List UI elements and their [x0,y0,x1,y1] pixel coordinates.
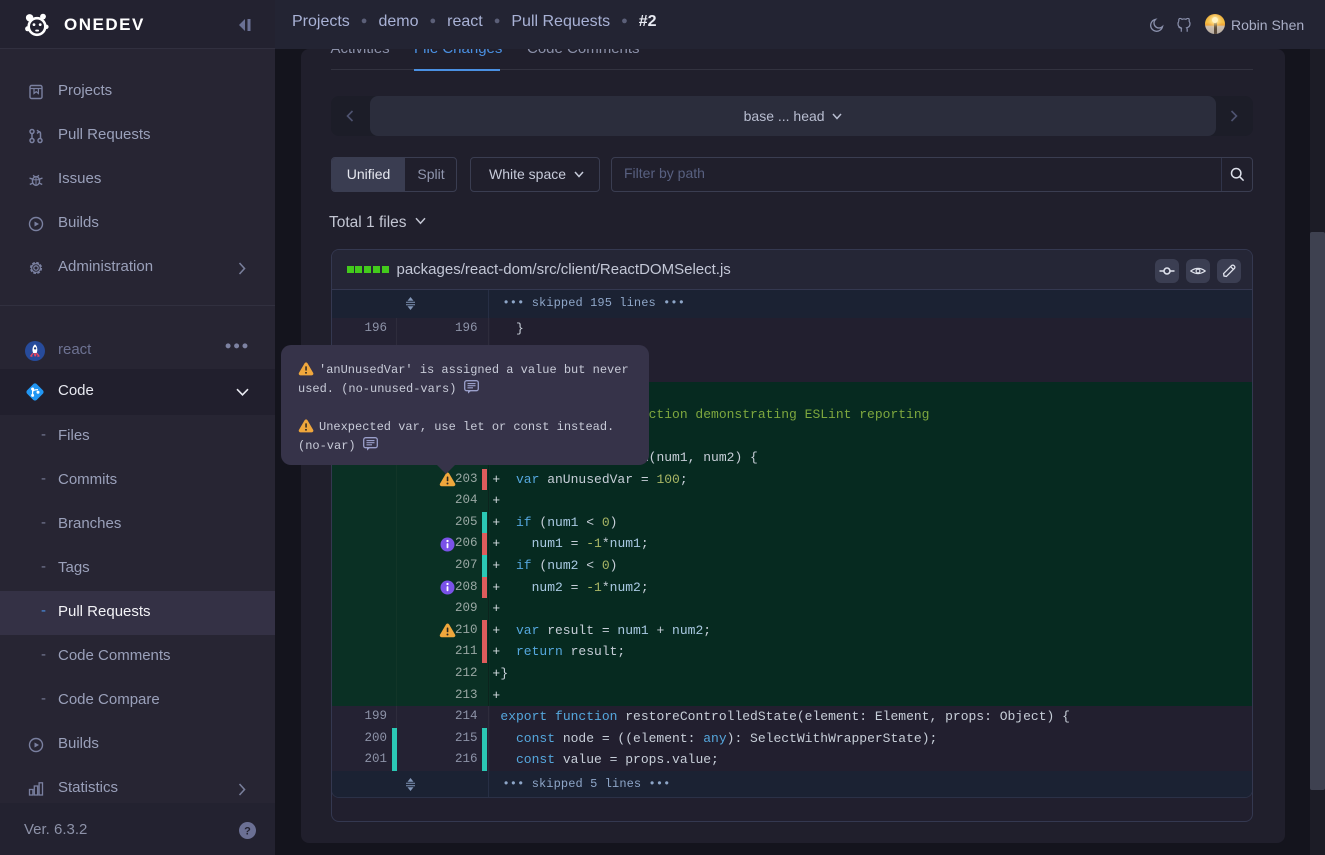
svg-text:?: ? [244,826,251,838]
